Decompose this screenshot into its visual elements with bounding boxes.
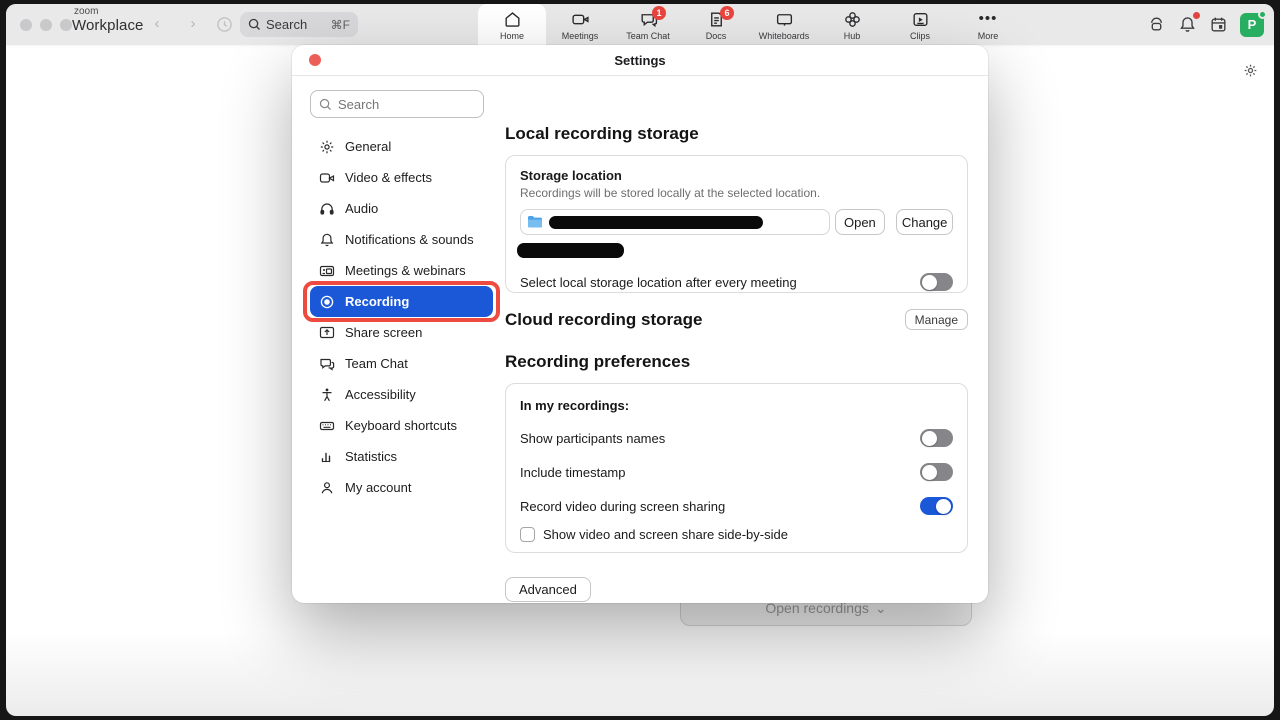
avatar[interactable]: P [1240, 13, 1264, 37]
sidebar-item-accessibility[interactable]: Accessibility [310, 379, 493, 410]
in-my-recordings-label: In my recordings: [520, 398, 953, 413]
tab-docs[interactable]: 6 Docs [682, 4, 750, 45]
search-icon [248, 18, 261, 31]
window-close-button[interactable] [20, 19, 32, 31]
show-participants-names-toggle[interactable] [920, 429, 953, 447]
storage-path-field[interactable] [520, 209, 830, 235]
tab-meetings[interactable]: Meetings [546, 4, 614, 45]
notification-dot [1193, 12, 1200, 19]
hub-icon [843, 10, 862, 29]
record-video-screen-sharing-label: Record video during screen sharing [520, 499, 725, 514]
global-search-input[interactable]: Search ⌘F [240, 12, 358, 37]
redacted-storage-path [549, 216, 763, 229]
sidebar-item-general[interactable]: General [310, 131, 493, 162]
main-tabs: Home Meetings 1 Team Chat 6 Docs Whitebo… [478, 4, 1022, 45]
storage-location-card: Storage location Recordings will be stor… [505, 155, 968, 293]
tab-whiteboards[interactable]: Whiteboards [750, 4, 818, 45]
recording-preferences-card: In my recordings: Show participants name… [505, 383, 968, 553]
advanced-button[interactable]: Advanced [505, 577, 591, 602]
search-shortcut: ⌘F [331, 18, 350, 32]
recording-preferences-heading: Recording preferences [505, 352, 690, 372]
notifications-bell-icon[interactable] [1178, 15, 1197, 34]
app-logo-workplace: Workplace [72, 17, 143, 34]
sidebar-item-statistics[interactable]: Statistics [310, 441, 493, 472]
headphones-icon [318, 201, 335, 217]
video-camera-icon [318, 170, 335, 186]
window-minimize-button[interactable] [40, 19, 52, 31]
person-icon [318, 480, 335, 496]
app-logo: zoom Workplace [72, 7, 143, 34]
show-participants-names-label: Show participants names [520, 431, 665, 446]
select-location-toggle[interactable] [920, 273, 953, 291]
chat-bubbles-icon [318, 356, 335, 372]
open-button[interactable]: Open [835, 209, 886, 235]
more-icon: ••• [979, 10, 998, 29]
tab-hub[interactable]: Hub [818, 4, 886, 45]
dialog-header: Settings [292, 45, 988, 76]
dialog-title: Settings [292, 45, 988, 76]
local-recording-storage-heading: Local recording storage [505, 124, 699, 144]
gear-icon [318, 139, 335, 155]
bell-icon [318, 232, 335, 248]
storage-location-subtitle: Recordings will be stored locally at the… [520, 186, 953, 200]
manage-button[interactable]: Manage [905, 309, 968, 330]
sidebar-item-audio[interactable]: Audio [310, 193, 493, 224]
side-by-side-label: Show video and screen share side-by-side [543, 527, 788, 542]
tab-more[interactable]: ••• More [954, 4, 1022, 45]
storage-location-title: Storage location [520, 168, 953, 183]
tab-team-chat[interactable]: 1 Team Chat [614, 4, 682, 45]
settings-nav-list: General Video & effects Audio Notificati… [310, 131, 493, 503]
app-window: zoom Workplace ‹ › Search ⌘F Home Meetin… [6, 4, 1274, 716]
titlebar-right-icons: P [1147, 4, 1264, 45]
clips-icon [911, 10, 930, 29]
meetings-icon [571, 10, 590, 29]
whiteboards-icon [775, 10, 794, 29]
side-by-side-checkbox[interactable] [520, 527, 535, 542]
cloud-recording-storage-row: Cloud recording storage Manage [505, 309, 968, 330]
sidebar-item-my-account[interactable]: My account [310, 472, 493, 503]
sidebar-item-team-chat[interactable]: Team Chat [310, 348, 493, 379]
home-icon [503, 10, 522, 29]
meeting-screen-icon [318, 263, 335, 279]
titlebar: zoom Workplace ‹ › Search ⌘F Home Meetin… [6, 4, 1274, 45]
history-icon[interactable] [216, 16, 233, 33]
sidebar-item-meetings-webinars[interactable]: Meetings & webinars [310, 255, 493, 286]
presence-status-dot [1258, 10, 1267, 19]
share-screen-icon [318, 325, 335, 341]
forward-chevron-icon[interactable]: › [184, 15, 202, 32]
record-video-screen-sharing-toggle[interactable] [920, 497, 953, 515]
tab-clips[interactable]: Clips [886, 4, 954, 45]
select-location-label: Select local storage location after ever… [520, 275, 797, 290]
team-chat-badge: 1 [652, 6, 666, 20]
docs-badge: 6 [720, 6, 734, 20]
sidebar-item-share-screen[interactable]: Share screen [310, 317, 493, 348]
window-zoom-button[interactable] [60, 19, 72, 31]
redacted-free-space [517, 243, 624, 258]
keyboard-icon [318, 418, 335, 434]
settings-content: Local recording storage Storage location… [505, 76, 968, 603]
record-icon [318, 294, 335, 310]
include-timestamp-toggle[interactable] [920, 463, 953, 481]
tab-home[interactable]: Home [478, 4, 546, 45]
sidebar-item-notifications[interactable]: Notifications & sounds [310, 224, 493, 255]
sidebar-item-recording[interactable]: Recording [310, 286, 493, 317]
accessibility-icon [318, 387, 335, 403]
search-icon [319, 98, 332, 111]
folder-icon [527, 215, 543, 229]
settings-search-input[interactable] [338, 97, 448, 112]
home-settings-gear-icon[interactable] [1243, 63, 1258, 78]
cloud-recording-storage-heading: Cloud recording storage [505, 310, 702, 330]
search-label: Search [266, 17, 326, 32]
settings-sidebar: General Video & effects Audio Notificati… [292, 76, 505, 603]
bar-chart-icon [318, 449, 335, 465]
headset-icon[interactable] [1147, 15, 1166, 34]
calendar-icon[interactable] [1209, 15, 1228, 34]
settings-search-field[interactable] [310, 90, 484, 118]
change-button[interactable]: Change [896, 209, 953, 235]
sidebar-item-keyboard-shortcuts[interactable]: Keyboard shortcuts [310, 410, 493, 441]
back-chevron-icon[interactable]: ‹ [148, 15, 166, 32]
include-timestamp-label: Include timestamp [520, 465, 626, 480]
settings-dialog: Settings General Video & effects Aud [292, 45, 988, 603]
sidebar-item-video-effects[interactable]: Video & effects [310, 162, 493, 193]
